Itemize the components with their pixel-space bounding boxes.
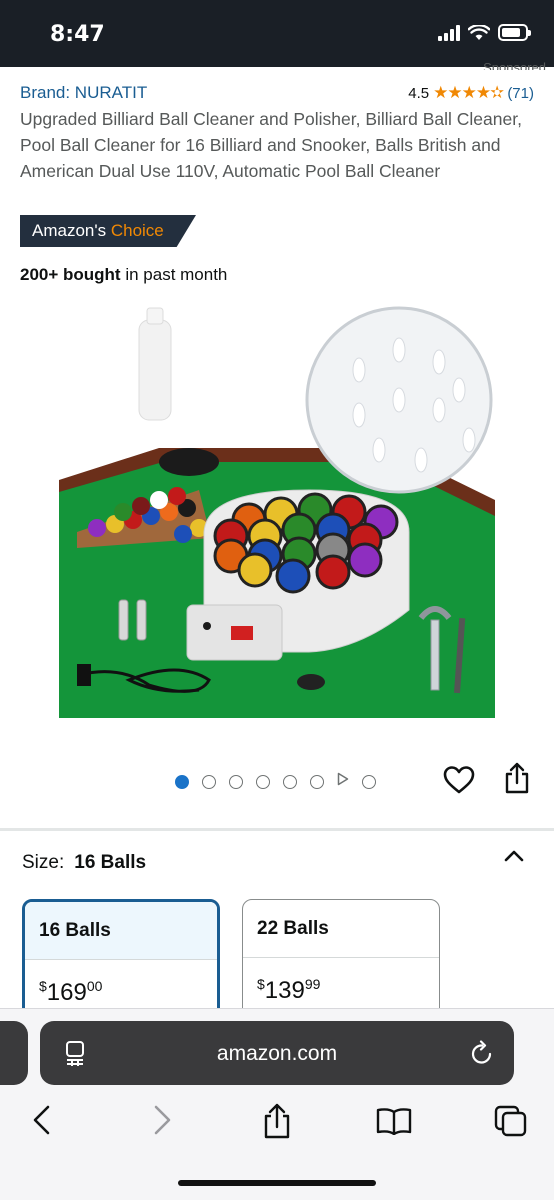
size-selected-value: 16 Balls: [74, 852, 147, 873]
signal-icon: [438, 24, 460, 41]
previous-tab-edge[interactable]: [0, 1021, 28, 1085]
bought-bold: 200+ bought: [20, 265, 121, 284]
address-bar[interactable]: amazon.com: [40, 1021, 514, 1085]
size-option-name: 22 Balls: [243, 900, 439, 958]
back-icon[interactable]: [30, 1103, 54, 1137]
reload-icon[interactable]: [470, 1040, 494, 1066]
rating-summary[interactable]: 4.5 ★★★★✫ (71): [408, 83, 534, 103]
product-photo: [59, 306, 495, 718]
price-fraction: 99: [304, 976, 321, 992]
status-time: 8:47: [50, 22, 105, 47]
product-title: Upgraded Billiard Ball Cleaner and Polis…: [20, 109, 522, 181]
size-option-price: $16900: [25, 960, 217, 1007]
heart-icon[interactable]: [443, 765, 475, 795]
home-indicator: [178, 1180, 376, 1186]
section-divider: [0, 828, 554, 831]
rating-count[interactable]: (71): [507, 85, 534, 102]
size-label: Size: 16 Balls: [22, 852, 146, 874]
amazons-choice-badge: Amazon's Choice: [20, 215, 196, 247]
size-option-name: 16 Balls: [25, 902, 217, 960]
tabs-icon[interactable]: [494, 1105, 528, 1137]
bought-rest: in past month: [120, 265, 228, 284]
badge-prefix: Amazon's: [32, 221, 111, 240]
carousel-dot[interactable]: [175, 774, 189, 789]
price-symbol: $: [39, 978, 47, 994]
url-text[interactable]: amazon.com: [40, 1042, 514, 1066]
carousel-dot[interactable]: [229, 774, 243, 789]
share-icon[interactable]: [503, 762, 531, 794]
status-bar: 8:47: [0, 0, 554, 67]
price-symbol: $: [257, 976, 265, 992]
browser-bottom-bar: amazon.com: [0, 1008, 554, 1200]
carousel-dot[interactable]: [256, 774, 270, 789]
bookmarks-icon[interactable]: [376, 1107, 412, 1135]
price-fraction: 00: [86, 978, 103, 994]
brand-link[interactable]: Brand: NURATIT: [20, 83, 147, 103]
image-carousel-dots[interactable]: [175, 772, 376, 791]
carousel-dot[interactable]: [283, 774, 297, 789]
size-option-16-balls[interactable]: 16 Balls $16900: [22, 899, 220, 1019]
status-icons: [438, 24, 531, 41]
rating-stars-icon: ★★★★✫: [433, 83, 504, 102]
battery-icon: [498, 24, 531, 41]
size-option-price: $13999: [243, 958, 439, 1005]
sponsored-label: Sponsored: [483, 60, 546, 70]
carousel-dot[interactable]: [362, 774, 376, 789]
forward-icon[interactable]: [150, 1103, 174, 1137]
rating-value: 4.5: [408, 84, 430, 102]
product-image[interactable]: [59, 300, 495, 720]
chevron-up-icon[interactable]: [503, 848, 525, 864]
badge-accent: Choice: [110, 221, 164, 240]
carousel-dot[interactable]: [310, 774, 324, 789]
bought-count: 200+ bought in past month: [20, 265, 227, 285]
size-label-text: Size:: [22, 852, 65, 873]
share-sheet-icon[interactable]: [261, 1103, 293, 1139]
wifi-icon: [468, 24, 490, 40]
carousel-dot[interactable]: [202, 774, 216, 789]
price-whole: 169: [46, 979, 87, 1006]
price-whole: 139: [264, 977, 305, 1004]
size-option-22-balls[interactable]: 22 Balls $13999: [242, 899, 440, 1019]
video-play-icon[interactable]: [337, 772, 349, 791]
